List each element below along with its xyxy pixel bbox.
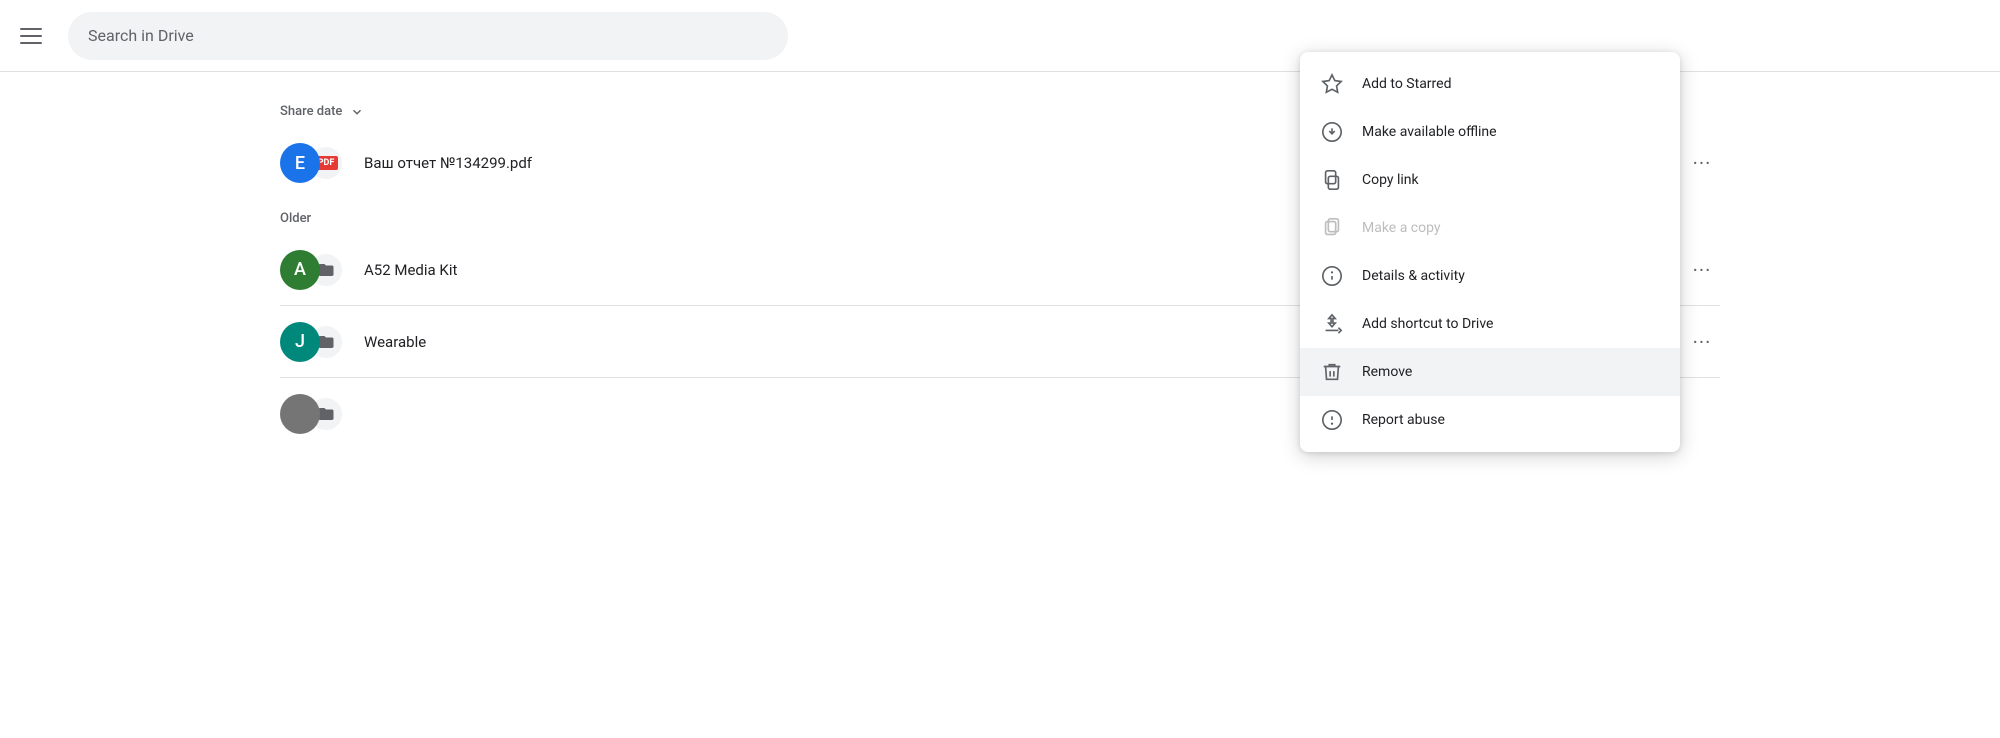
context-menu: Add to Starred Make available offline bbox=[1300, 52, 1680, 452]
offline-icon bbox=[1320, 120, 1344, 144]
avatar bbox=[280, 394, 320, 434]
sort-arrow-icon bbox=[350, 105, 364, 119]
menu-item-remove[interactable]: Remove bbox=[1300, 348, 1680, 396]
menu-label: Report abuse bbox=[1362, 412, 1445, 428]
info-icon bbox=[1320, 264, 1344, 288]
more-options-button[interactable]: ··· bbox=[1684, 252, 1720, 288]
avatar: E bbox=[280, 143, 320, 183]
star-icon bbox=[1320, 72, 1344, 96]
menu-label: Remove bbox=[1362, 364, 1412, 380]
more-options-button[interactable]: ··· bbox=[1684, 324, 1720, 360]
menu-label: Make a copy bbox=[1362, 220, 1441, 236]
menu-item-shortcut[interactable]: Add shortcut to Drive bbox=[1300, 300, 1680, 348]
section-label-text: Share date bbox=[280, 104, 342, 119]
menu-label: Add to Starred bbox=[1362, 76, 1451, 92]
shortcut-icon bbox=[1320, 312, 1344, 336]
more-options-button[interactable]: ··· bbox=[1684, 145, 1720, 181]
avatar: A bbox=[280, 250, 320, 290]
menu-label: Details & activity bbox=[1362, 268, 1465, 284]
make-copy-icon bbox=[1320, 216, 1344, 240]
avatar-group: A bbox=[280, 246, 348, 294]
menu-item-copy-link[interactable]: Copy link bbox=[1300, 156, 1680, 204]
search-bar[interactable]: Search in Drive bbox=[68, 12, 788, 60]
main-content: Share date E PDF Ваш отчет №134299.pdf ·… bbox=[0, 72, 2000, 470]
trash-icon bbox=[1320, 360, 1344, 384]
menu-item-details[interactable]: Details & activity bbox=[1300, 252, 1680, 300]
menu-item-offline[interactable]: Make available offline bbox=[1300, 108, 1680, 156]
menu-label: Make available offline bbox=[1362, 124, 1497, 140]
copy-link-icon bbox=[1320, 168, 1344, 192]
avatar: J bbox=[280, 322, 320, 362]
header: Search in Drive bbox=[0, 0, 2000, 72]
search-placeholder: Search in Drive bbox=[88, 26, 194, 45]
menu-label: Copy link bbox=[1362, 172, 1419, 188]
avatar-group: E PDF bbox=[280, 139, 348, 187]
section-label-text-older: Older bbox=[280, 211, 311, 226]
avatar-group bbox=[280, 390, 348, 438]
report-icon bbox=[1320, 408, 1344, 432]
hamburger-icon[interactable] bbox=[20, 18, 56, 54]
menu-item-report[interactable]: Report abuse bbox=[1300, 396, 1680, 444]
avatar-group: J bbox=[280, 318, 348, 366]
menu-item-add-starred[interactable]: Add to Starred bbox=[1300, 60, 1680, 108]
menu-label: Add shortcut to Drive bbox=[1362, 316, 1493, 332]
menu-item-make-copy[interactable]: Make a copy bbox=[1300, 204, 1680, 252]
